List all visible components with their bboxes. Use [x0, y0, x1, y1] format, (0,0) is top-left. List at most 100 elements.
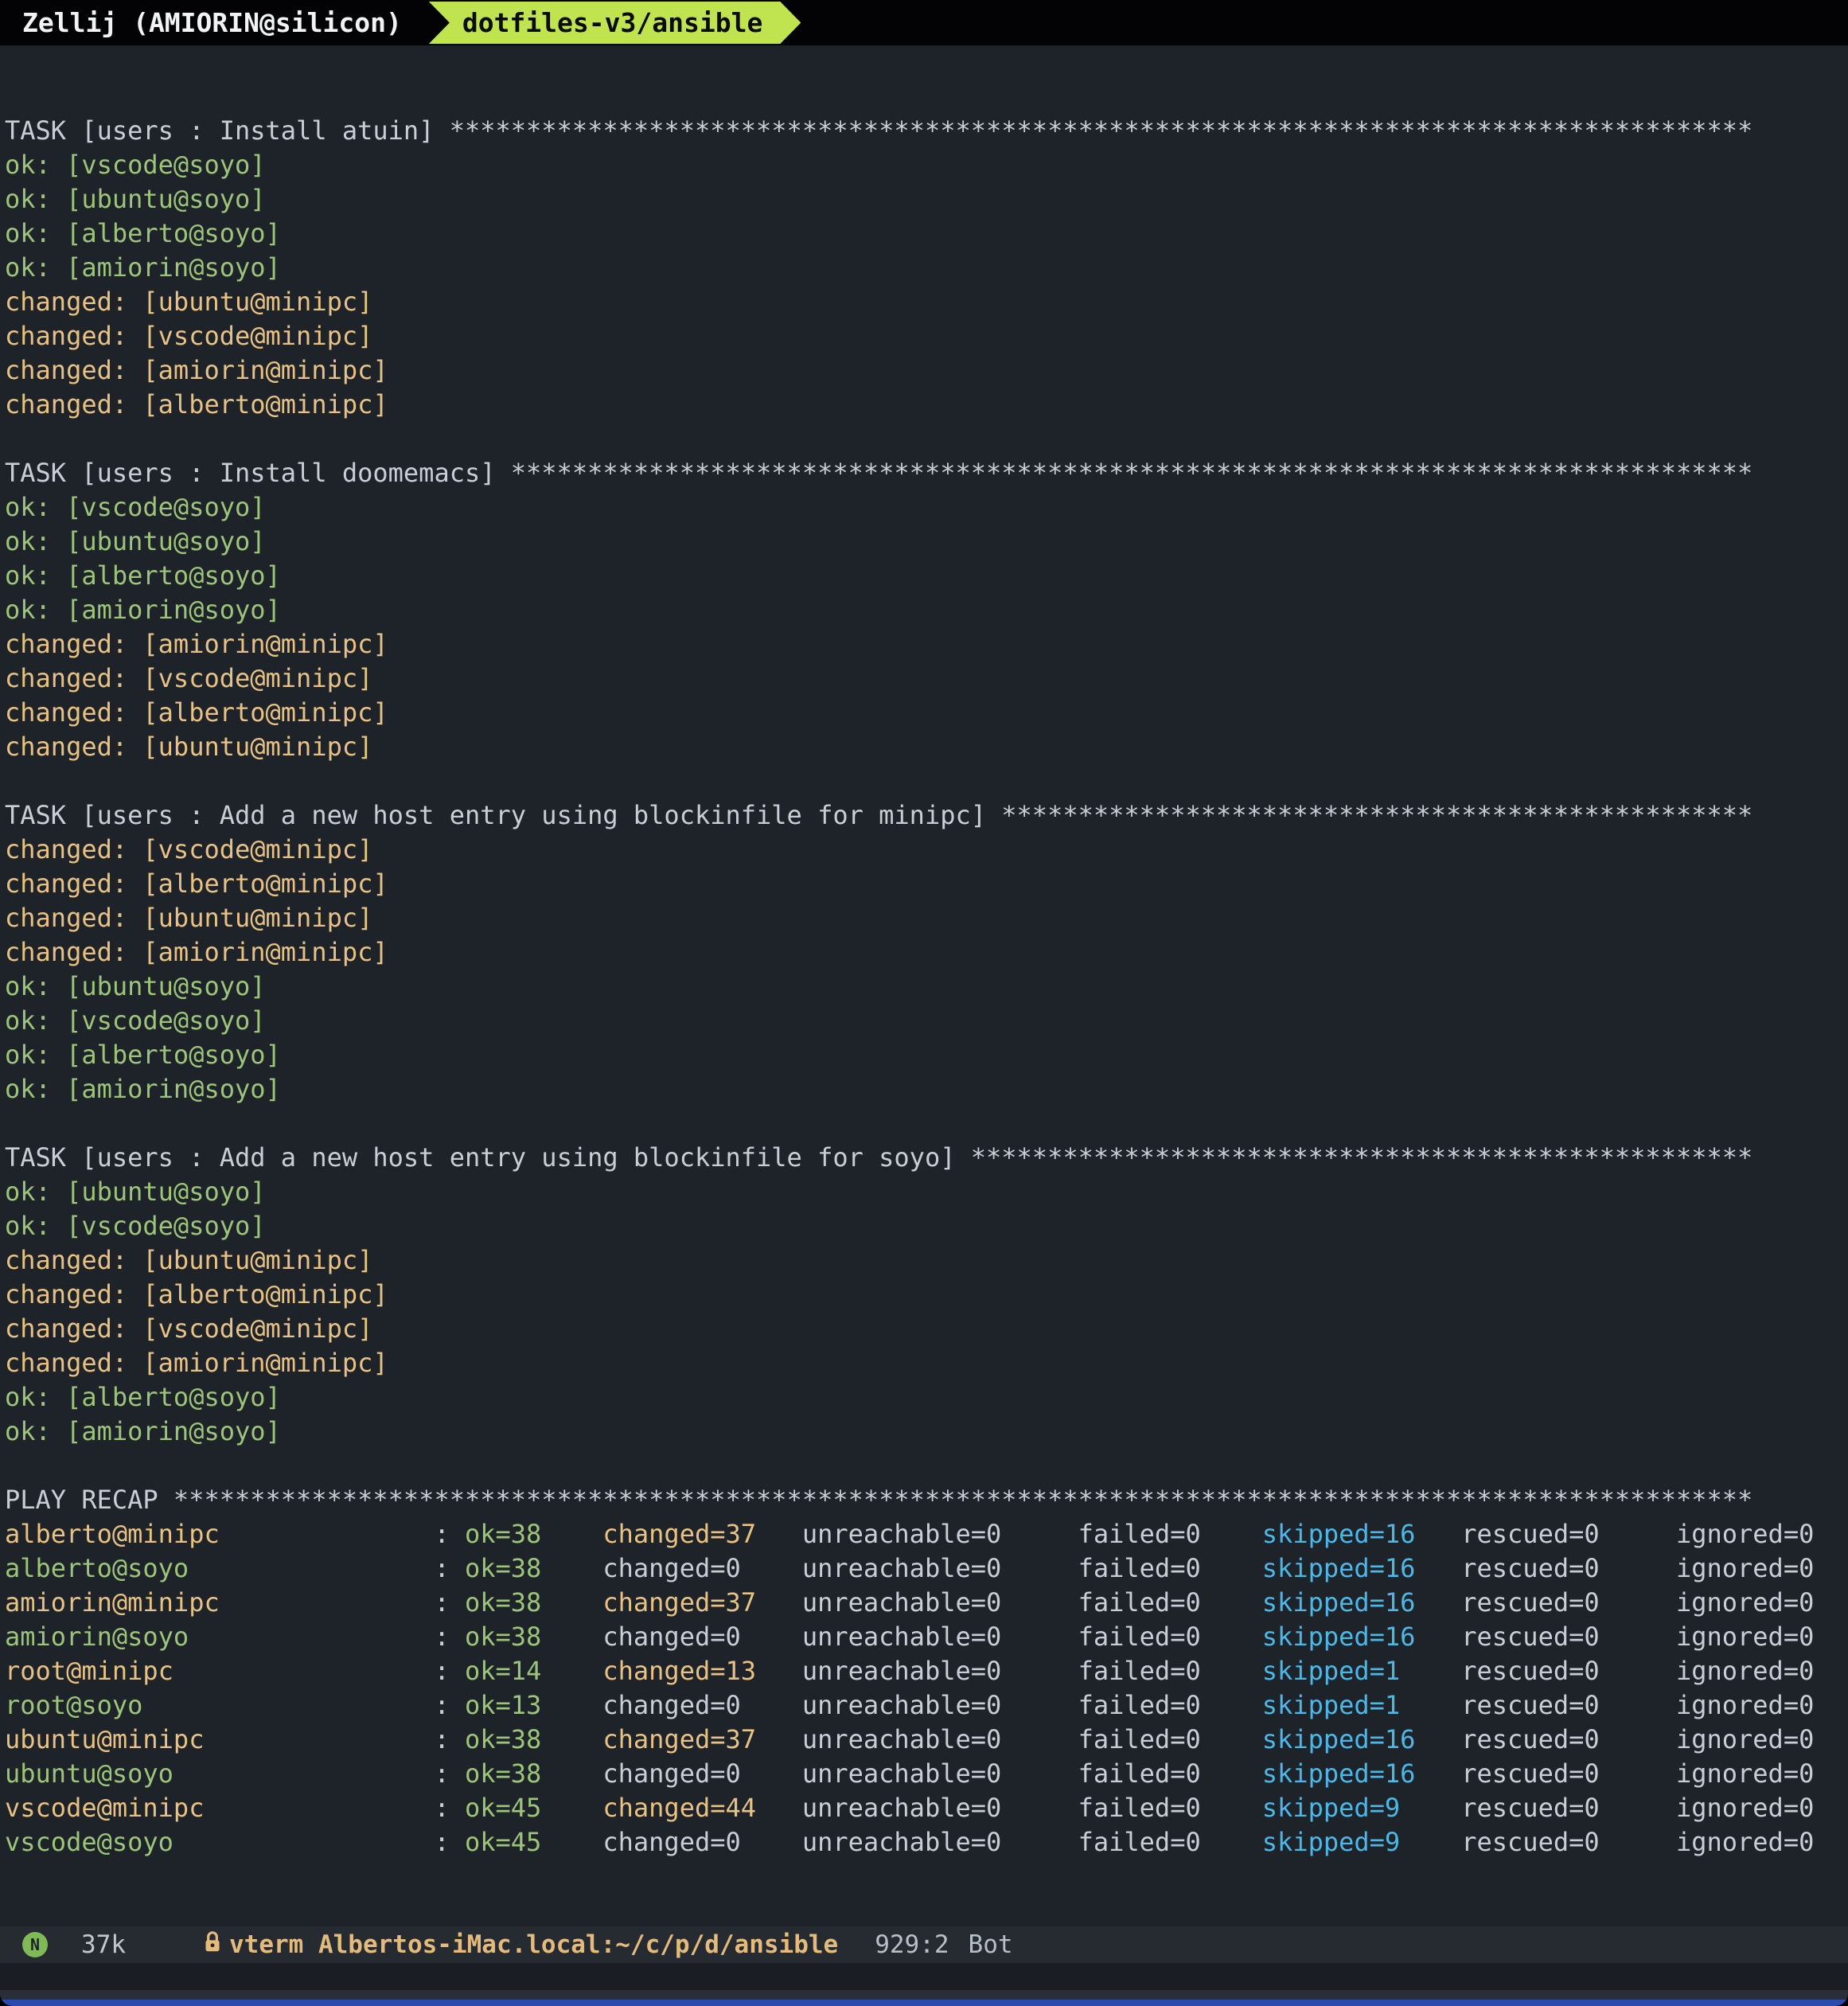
- recap-unreachable: unreachable=0: [802, 1825, 1078, 1860]
- recap-failed: failed=0: [1078, 1517, 1262, 1551]
- blank-line: [5, 422, 1848, 456]
- recap-host: amiorin@minipc: [5, 1586, 434, 1620]
- task-header-line: TASK [users : Install atuin] ***********…: [5, 114, 1848, 148]
- recap-ok: ok=38: [465, 1586, 602, 1620]
- recap-ignored: ignored=0: [1676, 1688, 1814, 1723]
- task-result-line: changed: [alberto@minipc]: [5, 1278, 1848, 1312]
- task-result-line: changed: [vscode@minipc]: [5, 662, 1848, 696]
- task-result-line: changed: [amiorin@minipc]: [5, 1346, 1848, 1380]
- recap-changed: changed=44: [602, 1791, 801, 1825]
- recap-changed: changed=0: [602, 1551, 801, 1586]
- recap-failed: failed=0: [1078, 1586, 1262, 1620]
- task-result-line: ok: [alberto@soyo]: [5, 1380, 1848, 1415]
- recap-host: root@minipc: [5, 1654, 434, 1688]
- task-result-line: ok: [ubuntu@soyo]: [5, 1175, 1848, 1209]
- recap-skipped: skipped=16: [1262, 1723, 1461, 1757]
- task-result-line: ok: [amiorin@soyo]: [5, 251, 1848, 285]
- zellij-title-bar: Zellij (AMIORIN@silicon) dotfiles-v3/ans…: [0, 0, 1848, 45]
- task-result-line: ok: [amiorin@soyo]: [5, 593, 1848, 627]
- echo-area: [0, 1963, 1848, 1990]
- recap-host: amiorin@soyo: [5, 1620, 434, 1654]
- task-separator-stars: ****************************************…: [971, 1142, 1753, 1173]
- recap-unreachable: unreachable=0: [802, 1791, 1078, 1825]
- recap-unreachable: unreachable=0: [802, 1723, 1078, 1757]
- recap-host: ubuntu@minipc: [5, 1723, 434, 1757]
- recap-rescued: rescued=0: [1461, 1654, 1676, 1688]
- recap-failed: failed=0: [1078, 1688, 1262, 1723]
- buffer-scroll-state: Bot: [969, 1930, 1013, 1959]
- recap-ok: ok=38: [465, 1620, 602, 1654]
- recap-row: alberto@soyo: ok=38changed=0unreachable=…: [5, 1551, 1848, 1586]
- task-result-line: changed: [ubuntu@minipc]: [5, 730, 1848, 764]
- recap-host: vscode@minipc: [5, 1791, 434, 1825]
- task-result-line: ok: [alberto@soyo]: [5, 559, 1848, 593]
- recap-changed: changed=0: [602, 1688, 801, 1723]
- task-result-line: ok: [ubuntu@soyo]: [5, 525, 1848, 559]
- recap-skipped: skipped=9: [1262, 1825, 1461, 1860]
- recap-host: vscode@soyo: [5, 1825, 434, 1860]
- task-result-line: ok: [vscode@soyo]: [5, 1004, 1848, 1038]
- task-header-line: TASK [users : Install doomemacs] *******…: [5, 456, 1848, 490]
- play-recap-header: PLAY RECAP *****************************…: [5, 1483, 1848, 1517]
- task-header-line: TASK [users : Add a new host entry using…: [5, 1141, 1848, 1175]
- recap-ok: ok=38: [465, 1551, 602, 1586]
- session-name: Zellij (AMIORIN@silicon): [22, 7, 402, 38]
- play-recap-title: PLAY RECAP: [5, 1485, 173, 1515]
- task-result-line: ok: [ubuntu@soyo]: [5, 182, 1848, 217]
- task-title: TASK [users : Install doomemacs]: [5, 458, 511, 488]
- task-result-line: ok: [alberto@soyo]: [5, 1038, 1848, 1072]
- recap-rescued: rescued=0: [1461, 1586, 1676, 1620]
- task-result-line: changed: [vscode@minipc]: [5, 833, 1848, 867]
- task-result-line: ok: [amiorin@soyo]: [5, 1415, 1848, 1449]
- recap-skipped: skipped=9: [1262, 1791, 1461, 1825]
- recap-row: amiorin@soyo: ok=38changed=0unreachable=…: [5, 1620, 1848, 1654]
- recap-failed: failed=0: [1078, 1551, 1262, 1586]
- zellij-window: Zellij (AMIORIN@silicon) dotfiles-v3/ans…: [0, 0, 1848, 2006]
- recap-rescued: rescued=0: [1461, 1791, 1676, 1825]
- task-result-line: changed: [amiorin@minipc]: [5, 627, 1848, 662]
- recap-row: ubuntu@soyo: ok=38changed=0unreachable=0…: [5, 1757, 1848, 1791]
- cursor-position: 929:2: [875, 1930, 949, 1959]
- task-result-line: ok: [ubuntu@soyo]: [5, 970, 1848, 1004]
- evil-state-badge: N: [22, 1932, 48, 1957]
- recap-host: root@soyo: [5, 1688, 434, 1723]
- task-result-line: changed: [amiorin@minipc]: [5, 353, 1848, 388]
- task-result-line: ok: [vscode@soyo]: [5, 490, 1848, 525]
- recap-separator-stars: ****************************************…: [173, 1485, 1752, 1515]
- buffer-size: 37k: [81, 1930, 126, 1959]
- recap-unreachable: unreachable=0: [802, 1620, 1078, 1654]
- recap-skipped: skipped=16: [1262, 1757, 1461, 1791]
- lock-icon: [202, 1929, 223, 1961]
- window-accent-bar: [0, 2000, 1848, 2006]
- task-result-line: ok: [alberto@soyo]: [5, 217, 1848, 251]
- task-separator-stars: ****************************************…: [1001, 800, 1752, 830]
- task-result-line: ok: [vscode@soyo]: [5, 148, 1848, 182]
- task-separator-stars: ****************************************…: [511, 458, 1753, 488]
- recap-failed: failed=0: [1078, 1654, 1262, 1688]
- recap-rescued: rescued=0: [1461, 1723, 1676, 1757]
- recap-unreachable: unreachable=0: [802, 1586, 1078, 1620]
- recap-ok: ok=45: [465, 1825, 602, 1860]
- recap-ok: ok=38: [465, 1757, 602, 1791]
- recap-rescued: rescued=0: [1461, 1825, 1676, 1860]
- task-result-line: changed: [ubuntu@minipc]: [5, 901, 1848, 935]
- recap-rescued: rescued=0: [1461, 1620, 1676, 1654]
- recap-ignored: ignored=0: [1676, 1791, 1814, 1825]
- recap-ignored: ignored=0: [1676, 1517, 1814, 1551]
- recap-changed: changed=37: [602, 1723, 801, 1757]
- recap-host: ubuntu@soyo: [5, 1757, 434, 1791]
- recap-ignored: ignored=0: [1676, 1586, 1814, 1620]
- buffer-name[interactable]: vterm Albertos-iMac.local:~/c/p/d/ansibl…: [229, 1930, 838, 1959]
- recap-row: vscode@soyo: ok=45changed=0unreachable=0…: [5, 1825, 1848, 1860]
- recap-unreachable: unreachable=0: [802, 1551, 1078, 1586]
- recap-failed: failed=0: [1078, 1757, 1262, 1791]
- terminal-pane[interactable]: TASK [users : Install atuin] ***********…: [0, 45, 1848, 1926]
- emacs-modeline: N 37k vterm Albertos-iMac.local:~/c/p/d/…: [0, 1926, 1848, 1963]
- recap-skipped: skipped=16: [1262, 1551, 1461, 1586]
- task-result-line: changed: [amiorin@minipc]: [5, 935, 1848, 970]
- recap-ignored: ignored=0: [1676, 1825, 1814, 1860]
- tab-dotfiles-v3-ansible[interactable]: dotfiles-v3/ansible: [429, 2, 801, 44]
- recap-rescued: rescued=0: [1461, 1551, 1676, 1586]
- task-result-line: changed: [alberto@minipc]: [5, 867, 1848, 901]
- task-result-line: changed: [vscode@minipc]: [5, 1312, 1848, 1346]
